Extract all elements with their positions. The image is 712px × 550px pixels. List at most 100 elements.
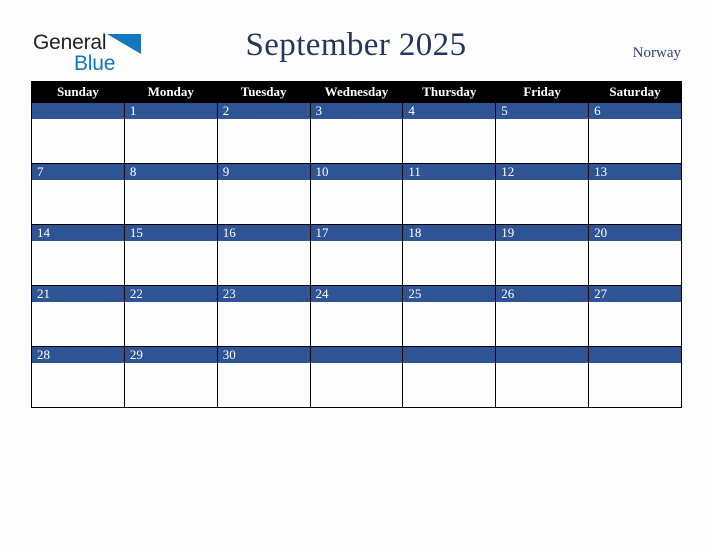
- day-cell-body[interactable]: [32, 119, 124, 162]
- page-header: General Blue September 2025 Norway: [0, 0, 712, 80]
- day-cell[interactable]: 12: [495, 163, 590, 225]
- day-cell-body[interactable]: [403, 119, 496, 162]
- day-cell[interactable]: 14: [31, 224, 125, 286]
- day-cell-body[interactable]: [310, 119, 403, 162]
- day-cell-body[interactable]: [496, 241, 589, 284]
- day-cell-body[interactable]: [496, 363, 589, 406]
- day-number: 6: [589, 103, 681, 119]
- day-cell[interactable]: 22: [123, 285, 218, 347]
- day-cell[interactable]: 23: [216, 285, 311, 347]
- calendar-week-row: 1 2 3 4 5 6: [31, 102, 682, 164]
- day-cell-body[interactable]: [217, 180, 310, 223]
- day-cell[interactable]: 19: [495, 224, 590, 286]
- day-cell-body[interactable]: [124, 119, 217, 162]
- day-cell-body[interactable]: [496, 302, 589, 345]
- day-number: 1: [124, 103, 217, 119]
- day-cell-body[interactable]: [589, 302, 681, 345]
- day-cell[interactable]: 10: [309, 163, 404, 225]
- day-cell[interactable]: 2: [216, 102, 311, 164]
- day-cell-body[interactable]: [32, 241, 124, 284]
- day-cell-body[interactable]: [310, 302, 403, 345]
- day-cell[interactable]: 8: [123, 163, 218, 225]
- day-cell-body[interactable]: [403, 241, 496, 284]
- day-cell[interactable]: 1: [123, 102, 218, 164]
- day-number: 5: [496, 103, 589, 119]
- day-cell[interactable]: 20: [588, 224, 682, 286]
- day-number: 3: [310, 103, 403, 119]
- day-number: 27: [589, 286, 681, 302]
- day-cell[interactable]: 16: [216, 224, 311, 286]
- day-cell[interactable]: 4: [402, 102, 497, 164]
- day-number: [496, 347, 589, 363]
- day-cell-body[interactable]: [124, 302, 217, 345]
- day-cell[interactable]: 18: [402, 224, 497, 286]
- day-cell[interactable]: 27: [588, 285, 682, 347]
- day-cell[interactable]: 25: [402, 285, 497, 347]
- day-number: [403, 347, 496, 363]
- day-cell-body[interactable]: [124, 241, 217, 284]
- day-cell-body[interactable]: [217, 302, 310, 345]
- day-cell[interactable]: 9: [216, 163, 311, 225]
- day-cell[interactable]: 11: [402, 163, 497, 225]
- day-cell-body[interactable]: [589, 363, 681, 406]
- day-number: 21: [32, 286, 124, 302]
- day-number: 25: [403, 286, 496, 302]
- day-cell-body[interactable]: [217, 363, 310, 406]
- day-number: 20: [589, 225, 681, 241]
- day-cell[interactable]: [495, 346, 590, 408]
- day-cell[interactable]: [309, 346, 404, 408]
- day-cell[interactable]: 13: [588, 163, 682, 225]
- day-cell-body[interactable]: [403, 363, 496, 406]
- day-cell-body[interactable]: [124, 363, 217, 406]
- day-cell[interactable]: 3: [309, 102, 404, 164]
- day-cell-body[interactable]: [589, 241, 681, 284]
- day-number: 23: [217, 286, 310, 302]
- day-number: 26: [496, 286, 589, 302]
- day-cell[interactable]: 29: [123, 346, 218, 408]
- day-cell[interactable]: 24: [309, 285, 404, 347]
- day-cell-body[interactable]: [589, 180, 681, 223]
- day-number: 24: [310, 286, 403, 302]
- day-number: 29: [124, 347, 217, 363]
- day-cell[interactable]: 30: [216, 346, 311, 408]
- day-cell-body[interactable]: [403, 180, 496, 223]
- day-cell-body[interactable]: [217, 119, 310, 162]
- day-cell-body[interactable]: [124, 180, 217, 223]
- day-cell[interactable]: [402, 346, 497, 408]
- day-cell[interactable]: 6: [588, 102, 682, 164]
- calendar-page: General Blue September 2025 Norway Sunda…: [0, 0, 712, 550]
- day-cell[interactable]: 17: [309, 224, 404, 286]
- day-cell[interactable]: 15: [123, 224, 218, 286]
- day-number: 8: [124, 164, 217, 180]
- day-cell-body[interactable]: [32, 363, 124, 406]
- day-number: 19: [496, 225, 589, 241]
- day-cell-body[interactable]: [310, 363, 403, 406]
- day-cell[interactable]: 26: [495, 285, 590, 347]
- day-cell[interactable]: 7: [31, 163, 125, 225]
- weekday-header-monday: Monday: [123, 81, 218, 103]
- region-label: Norway: [632, 45, 681, 61]
- day-number: 30: [217, 347, 310, 363]
- day-number: 18: [403, 225, 496, 241]
- weekday-header-thursday: Thursday: [402, 81, 497, 103]
- day-cell-body[interactable]: [217, 241, 310, 284]
- day-number: [310, 347, 403, 363]
- day-cell[interactable]: [31, 102, 125, 164]
- day-cell-body[interactable]: [32, 180, 124, 223]
- day-cell[interactable]: 28: [31, 346, 125, 408]
- day-number: 28: [32, 347, 124, 363]
- day-cell[interactable]: 5: [495, 102, 590, 164]
- day-cell[interactable]: 21: [31, 285, 125, 347]
- day-cell-body[interactable]: [496, 180, 589, 223]
- weekday-header-sunday: Sunday: [31, 81, 125, 103]
- day-cell-body[interactable]: [32, 302, 124, 345]
- weekday-header-wednesday: Wednesday: [309, 81, 404, 103]
- day-cell-body[interactable]: [310, 180, 403, 223]
- page-title: September 2025: [245, 27, 467, 63]
- day-cell-body[interactable]: [589, 119, 681, 162]
- day-number: 7: [32, 164, 124, 180]
- day-cell-body[interactable]: [403, 302, 496, 345]
- day-cell-body[interactable]: [496, 119, 589, 162]
- day-cell[interactable]: [588, 346, 682, 408]
- day-cell-body[interactable]: [310, 241, 403, 284]
